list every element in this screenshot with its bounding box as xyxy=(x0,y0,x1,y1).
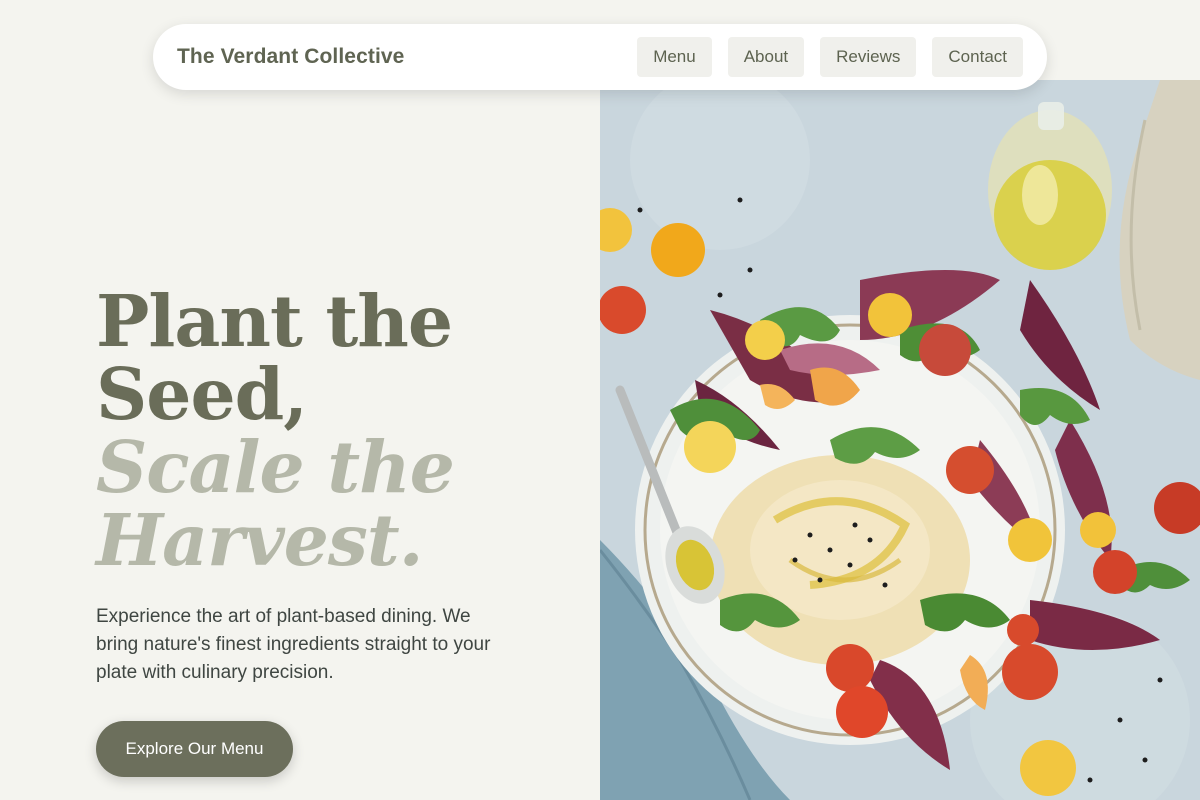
nav-item-menu[interactable]: Menu xyxy=(637,37,712,77)
brand-name[interactable]: The Verdant Collective xyxy=(177,45,404,69)
top-navbar: The Verdant Collective Menu About Review… xyxy=(153,24,1047,90)
nav-item-about[interactable]: About xyxy=(727,37,805,77)
food-plate-illustration xyxy=(600,80,1200,800)
headline-accent-line-2: Harvest. xyxy=(96,498,423,582)
headline-line-2: Seed, xyxy=(96,352,308,436)
hero-section: Plant the Seed, Scale the Harvest. Exper… xyxy=(96,285,576,777)
nav-item-reviews[interactable]: Reviews xyxy=(820,37,917,77)
hero-headline: Plant the Seed, Scale the Harvest. xyxy=(96,285,576,577)
nav-item-contact[interactable]: Contact xyxy=(932,37,1023,77)
nav-links: Menu About Reviews Contact xyxy=(637,37,1023,77)
headline-accent-line-1: Scale the xyxy=(96,425,455,509)
headline-line-1: Plant the xyxy=(96,279,453,363)
explore-menu-button[interactable]: Explore Our Menu xyxy=(96,721,293,777)
hero-food-image xyxy=(600,80,1200,800)
hero-description: Experience the art of plant-based dining… xyxy=(96,606,491,683)
